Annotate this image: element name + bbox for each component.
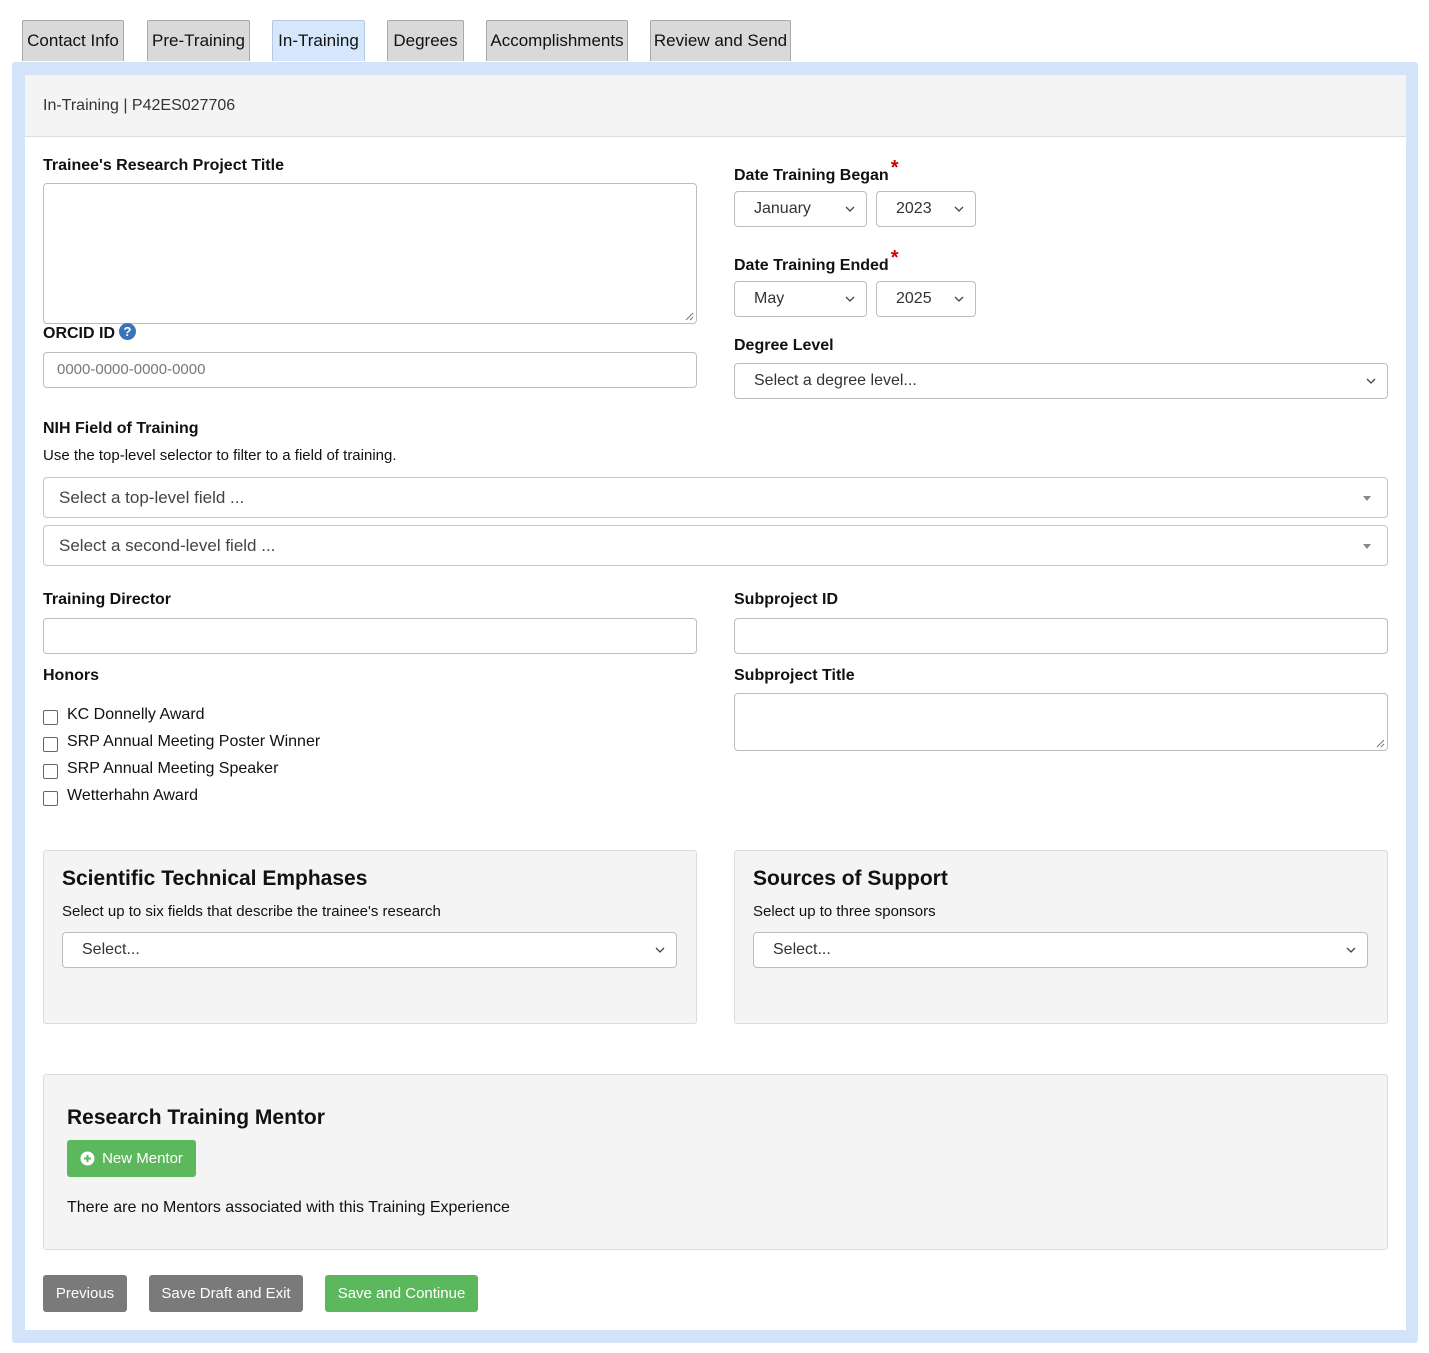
subproject-title-label: Subproject Title [734,667,855,684]
chevron-down-icon [954,296,964,302]
required-asterisk: * [890,247,899,269]
orcid-input[interactable]: 0000-0000-0000-0000 [43,352,697,388]
mentor-title: Research Training Mentor [67,1106,325,1129]
chevron-down-icon [845,206,855,212]
subproject-id-input[interactable] [734,618,1388,654]
orcid-label-text: ORCID ID [43,325,115,342]
new-mentor-button[interactable]: New Mentor [67,1140,196,1177]
emphases-help-text: Select up to six fields that describe th… [62,903,441,920]
date-ended-month-value: May [754,290,785,307]
chevron-down-icon [655,947,665,953]
top-level-field-placeholder: Select a top-level field ... [59,488,245,507]
support-title: Sources of Support [753,867,948,890]
second-level-field-select[interactable]: Select a second-level field ... [43,525,1388,566]
panel-header-title: In-Training | P42ES027706 [25,75,1406,137]
question-circle-icon[interactable]: ? [119,323,136,340]
tab-pre-training[interactable]: Pre-Training [147,20,250,61]
honor-checkbox-poster-winner[interactable] [43,737,58,752]
caret-down-icon [1363,543,1371,549]
support-help-text: Select up to three sponsors [753,903,936,920]
save-draft-exit-button[interactable]: Save Draft and Exit [149,1275,303,1312]
tab-degrees[interactable]: Degrees [387,20,464,61]
previous-button[interactable]: Previous [43,1275,127,1312]
chevron-down-icon [1346,947,1356,953]
date-ended-year-value: 2025 [896,290,932,307]
date-began-label: Date Training Began * [734,157,899,186]
training-director-input[interactable] [43,618,697,654]
top-level-field-select[interactable]: Select a top-level field ... [43,477,1388,518]
required-asterisk: * [890,157,899,179]
caret-down-icon [1363,495,1371,501]
tab-in-training[interactable]: In-Training [272,20,365,61]
support-select-value: Select... [773,941,831,958]
date-began-month-select[interactable]: January [734,191,867,227]
plus-circle-icon [80,1151,95,1166]
save-continue-button[interactable]: Save and Continue [325,1275,478,1312]
date-ended-month-select[interactable]: May [734,281,867,317]
second-level-field-placeholder: Select a second-level field ... [59,536,276,555]
honors-label: Honors [43,667,99,684]
nih-field-label: NIH Field of Training [43,420,199,437]
date-began-label-text: Date Training Began [734,167,889,184]
orcid-label: ORCID ID? [43,323,136,343]
tab-review-and-send[interactable]: Review and Send [650,20,791,61]
honor-checkbox-speaker[interactable] [43,764,58,779]
degree-level-label: Degree Level [734,337,834,354]
project-title-label: Trainee's Research Project Title [43,157,284,174]
resize-handle-icon[interactable] [1375,738,1385,748]
emphases-title: Scientific Technical Emphases [62,867,368,890]
nih-field-help-text: Use the top-level selector to filter to … [43,447,397,464]
honor-checkbox-kc-donnelly[interactable] [43,710,58,725]
honor-label-wetterhahn: Wetterhahn Award [67,787,199,804]
project-title-textarea[interactable] [43,183,697,324]
honor-checkbox-wetterhahn[interactable] [43,791,58,806]
date-ended-label: Date Training Ended * [734,247,898,276]
date-ended-year-select[interactable]: 2025 [876,281,976,317]
chevron-down-icon [954,206,964,212]
honor-label-kc-donnelly: KC Donnelly Award [67,706,205,723]
date-began-year-value: 2023 [896,200,932,217]
subproject-title-textarea[interactable] [734,693,1388,751]
degree-level-select[interactable]: Select a degree level... [734,363,1388,399]
tab-contact-info[interactable]: Contact Info [22,20,124,61]
chevron-down-icon [845,296,855,302]
new-mentor-label: New Mentor [102,1150,183,1167]
training-director-label: Training Director [43,591,172,608]
mentor-empty-text: There are no Mentors associated with thi… [67,1199,510,1216]
emphases-select[interactable]: Select... [62,932,677,968]
subproject-id-label: Subproject ID [734,591,839,608]
tab-accomplishments[interactable]: Accomplishments [486,20,628,61]
emphases-select-value: Select... [82,941,140,958]
date-began-year-select[interactable]: 2023 [876,191,976,227]
degree-level-value: Select a degree level... [754,372,917,389]
support-select[interactable]: Select... [753,932,1368,968]
mentor-card [43,1074,1388,1250]
date-ended-label-text: Date Training Ended [734,257,889,274]
honor-label-poster-winner: SRP Annual Meeting Poster Winner [67,733,321,750]
resize-handle-icon[interactable] [684,311,694,321]
date-began-month-value: January [754,200,811,217]
honor-label-speaker: SRP Annual Meeting Speaker [67,760,279,777]
chevron-down-icon [1366,378,1376,384]
